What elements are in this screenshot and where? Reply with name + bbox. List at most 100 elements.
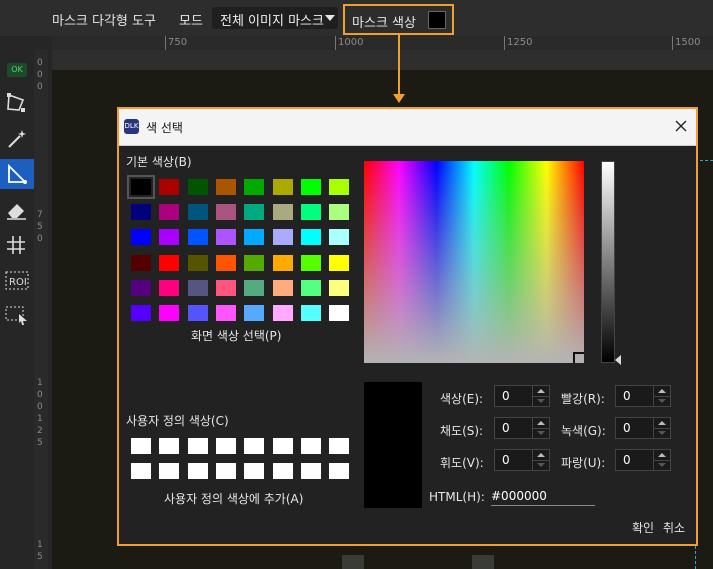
custom-color-slot[interactable] [300,463,321,479]
basic-color-swatch[interactable] [215,254,236,271]
basic-color-swatch[interactable] [215,279,236,296]
polygon-select-tool[interactable] [0,88,34,118]
hue-spinbox[interactable]: 0 [494,385,550,407]
basic-color-swatch[interactable] [300,204,321,221]
basic-color-swatch[interactable] [215,305,236,321]
basic-color-swatch[interactable] [300,279,321,296]
basic-color-swatch[interactable] [329,305,350,321]
basic-color-swatch[interactable] [329,204,350,221]
basic-color-swatch[interactable] [131,254,151,271]
basic-color-swatch[interactable] [159,179,180,195]
blue-spinbox[interactable]: 0 [615,449,671,471]
magic-wand-tool[interactable] [0,124,34,154]
custom-color-slot[interactable] [272,438,293,454]
basic-color-swatch[interactable] [131,229,151,246]
custom-color-slot[interactable] [159,463,180,479]
grid-tool[interactable] [0,230,34,260]
basic-color-swatch[interactable] [187,254,208,271]
basic-color-swatch[interactable] [244,254,265,271]
basic-color-swatch[interactable] [329,229,350,246]
close-button[interactable] [672,117,690,135]
custom-color-slot[interactable] [215,463,236,479]
pick-screen-color-button[interactable]: 화면 색상 선택(P) [191,327,281,344]
roi-tool[interactable]: ROI [0,266,34,296]
val-spinbox[interactable]: 0 [494,449,550,471]
mask-polygon-tool[interactable] [0,159,34,189]
html-hex-input[interactable]: #000000 [491,487,595,506]
basic-color-swatch[interactable] [187,204,208,221]
basic-color-swatch[interactable] [187,279,208,296]
luminance-slider[interactable] [601,161,615,363]
sat-spinbox[interactable]: 0 [494,417,550,439]
basic-color-swatch[interactable] [159,279,180,296]
custom-color-slot[interactable] [244,463,265,479]
ruler-label: 750 [168,37,188,48]
eraser-tool[interactable] [0,195,34,225]
color-spectrum[interactable] [364,161,584,363]
custom-color-slot[interactable] [131,438,151,454]
luminance-handle[interactable] [615,355,621,365]
ruler-digit: 0 [37,402,43,412]
mask-color-control[interactable]: 마스크 색상 [343,4,454,35]
green-spinbox[interactable]: 0 [615,417,671,439]
basic-color-swatch[interactable] [159,305,180,321]
basic-color-swatch[interactable] [244,204,265,221]
basic-color-swatch[interactable] [159,204,180,221]
spin-down-icon[interactable] [532,460,549,470]
ruler-digit: 5 [37,438,43,448]
basic-color-swatch[interactable] [272,229,293,246]
basic-color-swatch[interactable] [300,254,321,271]
mask-color-swatch[interactable] [428,11,446,29]
spin-down-icon[interactable] [532,396,549,406]
ok-button[interactable]: 확인 [632,519,654,536]
custom-color-slot[interactable] [187,463,208,479]
basic-color-swatch[interactable] [215,179,236,195]
custom-color-slot[interactable] [159,438,180,454]
basic-color-swatch[interactable] [329,254,350,271]
basic-color-swatch[interactable] [272,254,293,271]
basic-color-swatch[interactable] [300,179,321,195]
custom-color-slot[interactable] [187,438,208,454]
basic-color-swatch[interactable] [127,175,155,199]
custom-color-slot[interactable] [244,438,265,454]
custom-color-slot[interactable] [215,438,236,454]
basic-color-swatch[interactable] [131,279,151,296]
basic-color-swatch[interactable] [272,204,293,221]
basic-color-swatch[interactable] [187,305,208,321]
basic-color-swatch[interactable] [272,305,293,321]
basic-color-swatch[interactable] [187,229,208,246]
basic-color-swatch[interactable] [300,305,321,321]
blue-value: 0 [623,453,631,467]
spin-down-icon[interactable] [532,428,549,438]
custom-color-slot[interactable] [131,463,151,479]
custom-color-slot[interactable] [300,438,321,454]
basic-color-swatch[interactable] [215,229,236,246]
basic-color-swatch[interactable] [215,204,236,221]
basic-color-swatch[interactable] [329,279,350,296]
spin-down-icon[interactable] [653,460,670,470]
basic-color-swatch[interactable] [244,279,265,296]
basic-color-swatch[interactable] [272,279,293,296]
basic-color-swatch[interactable] [244,305,265,321]
add-to-custom-button[interactable]: 사용자 정의 색상에 추가(A) [164,490,303,507]
spin-down-icon[interactable] [653,396,670,406]
ruler-digit: 5 [37,552,43,562]
spin-down-icon[interactable] [653,428,670,438]
basic-color-swatch[interactable] [329,179,350,195]
roi-select-tool[interactable] [0,300,34,330]
basic-color-swatch[interactable] [244,179,265,195]
basic-color-swatch[interactable] [300,229,321,246]
basic-color-swatch[interactable] [159,254,180,271]
basic-color-swatch[interactable] [272,179,293,195]
red-spinbox[interactable]: 0 [615,385,671,407]
custom-color-slot[interactable] [329,463,350,479]
mode-dropdown[interactable]: 전체 이미지 마스크 [212,7,338,29]
custom-color-slot[interactable] [272,463,293,479]
basic-color-swatch[interactable] [187,179,208,195]
cancel-button[interactable]: 취소 [663,519,685,536]
basic-color-swatch[interactable] [159,229,180,246]
custom-color-slot[interactable] [329,438,350,454]
basic-color-swatch[interactable] [131,204,151,221]
basic-color-swatch[interactable] [244,229,265,246]
basic-color-swatch[interactable] [131,305,151,321]
